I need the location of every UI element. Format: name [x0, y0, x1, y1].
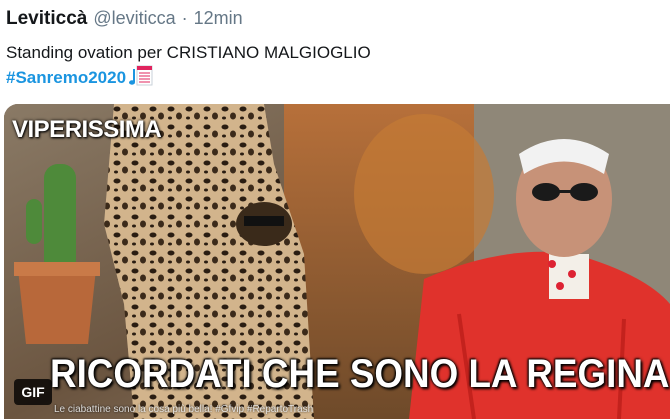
gif-caption: RICORDATI CHE SONO LA REGINA — [50, 352, 670, 396]
separator-dot: · — [181, 8, 188, 28]
tweet-timestamp[interactable]: 12min — [194, 8, 243, 29]
gif-media[interactable]: VIPERISSIMA RICORDATI CHE SONO LA REGINA… — [4, 104, 670, 419]
music-score-icon — [128, 65, 154, 87]
tweet-header: Leviticcà @leviticca · 12min — [6, 8, 243, 32]
tweet-hashtag-line: #Sanremo2020 — [6, 65, 371, 90]
author-display-name[interactable]: Leviticcà — [6, 8, 87, 30]
watermark-text: VIPERISSIMA — [12, 116, 162, 143]
gif-ticker-text: Le ciabattine sono la cosa più bella! #G… — [54, 404, 314, 415]
tweet-text-line: Standing ovation per CRISTIANO MALGIOGLI… — [6, 43, 371, 62]
tweet-text: Standing ovation per CRISTIANO MALGIOGLI… — [6, 40, 371, 90]
author-handle[interactable]: @leviticca — [93, 8, 175, 29]
hashtag-link[interactable]: #Sanremo2020 — [6, 68, 126, 87]
gif-badge: GIF — [14, 379, 52, 405]
